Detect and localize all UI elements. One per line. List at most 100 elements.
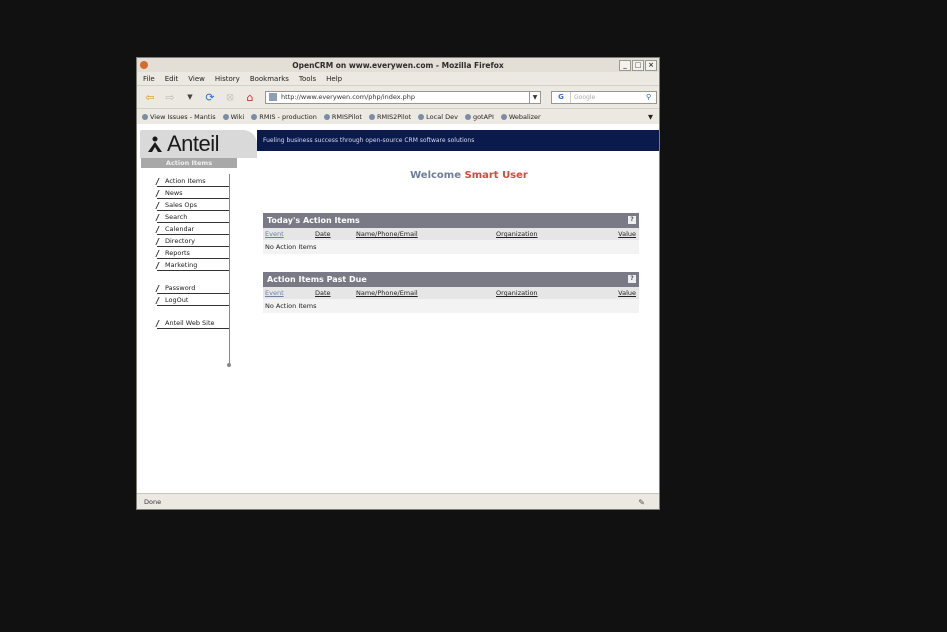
action-items-past-due-panel: Action Items Past Due ? Event Date Name/… [263,272,639,313]
search-box[interactable]: G Google ⚲ [551,90,657,104]
sidebar-item-search[interactable]: Search [157,213,229,223]
column-name-phone-email[interactable]: Name/Phone/Email [356,289,418,297]
bookmark-item[interactable]: Local Dev [418,113,458,121]
search-engine-icon[interactable]: G [552,91,571,103]
empty-message: No Action Items [263,299,639,313]
sidebar-item-directory[interactable]: Directory [157,237,229,247]
column-event[interactable]: Event [265,289,284,297]
brand-name: Anteil [167,131,220,156]
bookmark-item[interactable]: RMISPilot [323,112,362,121]
bookmark-label: Wiki [230,112,245,121]
minimize-button[interactable]: _ [619,60,631,71]
status-text: Done [144,497,162,506]
panel-header: Today's Action Items ? [263,213,639,228]
forward-button[interactable]: ⇨ [163,90,177,104]
stop-icon[interactable]: ⦻ [223,90,237,104]
sidebar-item-logout[interactable]: LogOut [157,296,229,306]
window-controls: _ □ × [619,60,657,71]
menu-edit[interactable]: Edit [165,75,179,83]
sidebar-item-news[interactable]: News [157,189,229,199]
url-bar[interactable]: http://www.everywen.com/php/index.php ▼ [265,90,541,104]
url-dropdown-icon[interactable]: ▼ [529,91,540,103]
site-banner: Anteil Fueling business success through … [137,124,659,158]
sidebar-item-calendar[interactable]: Calendar [157,225,229,235]
sidebar-item-marketing[interactable]: Marketing [157,261,229,271]
site-favicon-icon [269,93,277,101]
bookmark-item[interactable]: View Issues - Mantis [142,113,216,121]
sidebar-item-sales-ops[interactable]: Sales Ops [157,201,229,211]
maximize-button[interactable]: □ [632,60,644,71]
menu-tools[interactable]: Tools [299,75,316,83]
bookmark-icon [251,113,258,120]
reload-icon[interactable]: ⟳ [203,90,217,104]
bookmark-item[interactable]: RMIS2Pilot [368,113,411,121]
column-organization[interactable]: Organization [496,289,538,297]
search-icon[interactable]: ⚲ [646,93,656,101]
sidebar-header: Action Items [141,158,237,168]
tagline: Fueling business success through open-so… [263,137,475,144]
column-date[interactable]: Date [315,289,331,297]
column-event[interactable]: Event [265,230,284,238]
column-headers: Event Date Name/Phone/Email Organization… [263,287,639,299]
column-value[interactable]: Value [618,289,636,297]
column-organization[interactable]: Organization [496,230,538,238]
page-content: Anteil Fueling business success through … [137,124,659,493]
bookmark-icon [418,113,425,120]
window-title: OpenCRM on www.everywen.com - Mozilla Fi… [292,60,504,70]
bookmark-item[interactable]: gotAPI [464,112,494,121]
welcome-text: Welcome [410,170,462,181]
bookmark-icon [368,113,375,120]
bookmark-item[interactable]: Wiki [222,112,245,121]
empty-message: No Action Items [263,240,639,254]
title-bar: OpenCRM on www.everywen.com - Mozilla Fi… [137,58,659,72]
sidebar-item-password[interactable]: Password [157,284,229,294]
sidebar-divider [229,174,230,366]
navigation-toolbar: ⇦ ⇨ ▼ ⟳ ⦻ ⌂ http://www.everywen.com/php/… [137,86,659,109]
url-text: http://www.everywen.com/php/index.php [281,93,416,101]
welcome-message: Welcome Smart User [369,170,569,181]
menu-file[interactable]: File [143,75,155,83]
sidebar: Action Items Action Items News Sales Ops… [137,158,237,493]
panel-title: Today's Action Items [267,216,360,225]
sidebar-item-reports[interactable]: Reports [157,249,229,259]
menu-view[interactable]: View [188,75,205,83]
column-headers: Event Date Name/Phone/Email Organization… [263,228,639,240]
sidebar-item-anteil-web-site[interactable]: Anteil Web Site [157,319,229,329]
help-icon[interactable]: ? [628,216,636,224]
search-placeholder: Google [574,93,596,101]
bookmark-icon [323,113,330,120]
menu-history[interactable]: History [215,75,240,83]
bookmarks-overflow-icon[interactable]: ▼ [648,113,653,121]
bookmark-label: gotAPI [472,112,494,121]
column-name-phone-email[interactable]: Name/Phone/Email [356,230,418,238]
status-bar: Done ✎ [137,493,659,509]
menu-help[interactable]: Help [326,75,342,83]
menu-bar: File Edit View History Bookmarks Tools H… [137,72,659,86]
sidebar-item-action-items[interactable]: Action Items [157,177,229,187]
column-date[interactable]: Date [315,230,331,238]
status-addon-icon: ✎ [638,498,645,507]
home-icon[interactable]: ⌂ [243,90,257,104]
browser-window: OpenCRM on www.everywen.com - Mozilla Fi… [136,57,660,510]
bookmark-icon [464,113,471,120]
history-dropdown-icon[interactable]: ▼ [183,90,197,104]
menu-bookmarks[interactable]: Bookmarks [250,75,289,83]
user-name: Smart User [464,170,528,181]
help-icon[interactable]: ? [628,275,636,283]
todays-action-items-panel: Today's Action Items ? Event Date Name/P… [263,213,639,254]
close-button[interactable]: × [645,60,657,71]
logo[interactable]: Anteil [140,130,257,158]
bookmark-icon [222,113,229,120]
back-button[interactable]: ⇦ [143,90,157,104]
bookmark-label: RMISPilot [331,112,362,121]
bookmark-label: View Issues - Mantis [150,112,216,121]
panel-header: Action Items Past Due ? [263,272,639,287]
bookmark-item[interactable]: RMIS - production [251,113,317,121]
bookmarks-toolbar: View Issues - Mantis Wiki RMIS - product… [137,109,659,125]
bookmark-label: Webalizer [508,112,541,121]
bookmark-item[interactable]: Webalizer [500,112,541,121]
tagline-bar: Fueling business success through open-so… [257,130,659,151]
bookmark-icon [500,113,507,120]
firefox-icon [140,61,148,69]
column-value[interactable]: Value [618,230,636,238]
